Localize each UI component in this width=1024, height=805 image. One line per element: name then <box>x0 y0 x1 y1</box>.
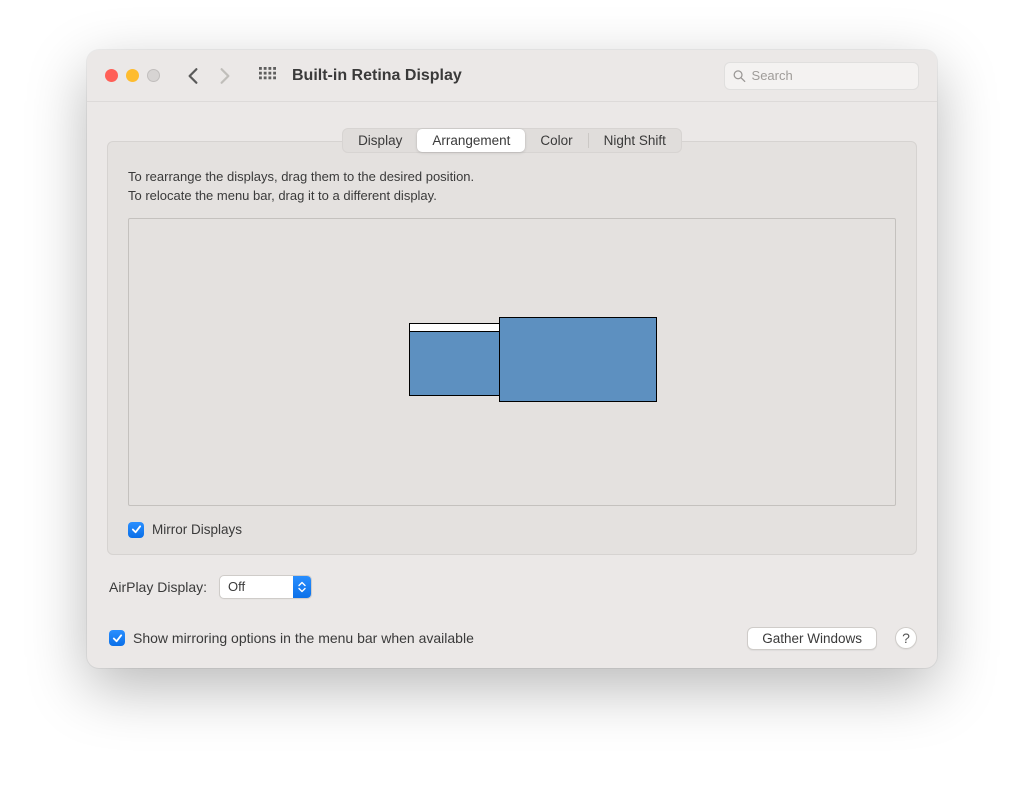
chevron-left-icon <box>186 67 200 85</box>
display-primary[interactable] <box>409 323 512 396</box>
back-button[interactable] <box>182 62 204 90</box>
display-secondary[interactable] <box>499 317 657 402</box>
forward-button <box>214 62 236 90</box>
help-button[interactable]: ? <box>895 627 917 649</box>
checkmark-icon <box>131 524 142 535</box>
segmented-control: Display Arrangement Color Night Shift <box>342 128 682 153</box>
instructions: To rearrange the displays, drag them to … <box>128 168 896 206</box>
grid-icon <box>259 67 276 84</box>
airplay-row: AirPlay Display: Off <box>109 575 917 599</box>
select-stepper-icon <box>293 575 311 599</box>
minimize-window-button[interactable] <box>126 69 139 82</box>
checkmark-icon <box>112 633 123 644</box>
search-field[interactable] <box>724 62 919 90</box>
airplay-value: Off <box>228 579 293 594</box>
airplay-label: AirPlay Display: <box>109 579 207 595</box>
tab-night-shift[interactable]: Night Shift <box>589 129 681 152</box>
display-arrangement-area[interactable] <box>128 218 896 506</box>
show-all-button[interactable] <box>256 62 278 90</box>
chevron-right-icon <box>218 67 232 85</box>
gather-windows-button[interactable]: Gather Windows <box>747 627 877 650</box>
content-area: Display Arrangement Color Night Shift To… <box>87 102 937 668</box>
search-icon <box>733 69 746 83</box>
show-mirroring-label: Show mirroring options in the menu bar w… <box>133 630 474 646</box>
tab-color[interactable]: Color <box>525 129 587 152</box>
mirror-displays-label: Mirror Displays <box>152 522 242 537</box>
close-window-button[interactable] <box>105 69 118 82</box>
traffic-lights <box>105 69 160 82</box>
arrangement-panel: To rearrange the displays, drag them to … <box>107 141 917 555</box>
menu-bar-handle[interactable] <box>410 324 511 332</box>
show-mirroring-checkbox[interactable] <box>109 630 125 646</box>
zoom-window-button <box>147 69 160 82</box>
airplay-select[interactable]: Off <box>219 575 312 599</box>
titlebar: Built-in Retina Display <box>87 50 937 102</box>
tab-display[interactable]: Display <box>343 129 417 152</box>
window-title: Built-in Retina Display <box>292 67 462 85</box>
mirror-displays-checkbox[interactable] <box>128 522 144 538</box>
tab-arrangement[interactable]: Arrangement <box>417 129 525 152</box>
footer-row: Show mirroring options in the menu bar w… <box>109 627 917 650</box>
nav-buttons <box>182 62 236 90</box>
search-input[interactable] <box>752 68 910 83</box>
chevron-down-icon <box>298 587 306 593</box>
instructions-line2: To relocate the menu bar, drag it to a d… <box>128 187 896 206</box>
instructions-line1: To rearrange the displays, drag them to … <box>128 168 896 187</box>
mirror-displays-row: Mirror Displays <box>128 522 896 538</box>
tabs: Display Arrangement Color Night Shift <box>107 128 917 153</box>
preferences-window: Built-in Retina Display Display Arrangem… <box>87 50 937 668</box>
